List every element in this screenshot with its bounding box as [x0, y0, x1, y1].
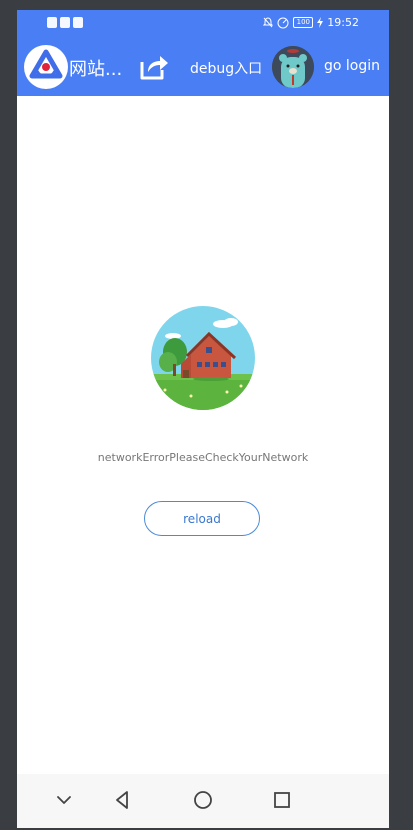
- debug-entry-link[interactable]: debug入口: [190, 58, 262, 78]
- house-illustration: [151, 306, 255, 410]
- status-time: 19:52: [327, 16, 359, 29]
- app-bar: 网站... debug入口 go login: [17, 44, 389, 90]
- speedometer-icon: [277, 17, 289, 28]
- reload-button[interactable]: reload: [144, 501, 260, 536]
- notification-icon: [47, 17, 57, 28]
- app-logo-icon[interactable]: [24, 45, 68, 89]
- header: 100 19:52 网站... debug入口 go login: [17, 10, 389, 96]
- system-nav-bar: [17, 774, 389, 828]
- share-icon[interactable]: [136, 50, 170, 84]
- recents-icon[interactable]: [270, 788, 294, 812]
- status-left: [47, 17, 83, 28]
- mute-icon: [263, 17, 274, 28]
- home-icon[interactable]: [191, 788, 215, 812]
- go-login-link[interactable]: go login: [324, 58, 380, 74]
- site-title: 网站...: [69, 59, 123, 80]
- back-icon[interactable]: [111, 788, 135, 812]
- main-content: networkErrorPleaseCheckYourNetwork reloa…: [17, 96, 389, 776]
- charging-icon: [317, 17, 324, 28]
- status-bar: 100 19:52: [17, 10, 389, 36]
- network-error-message: networkErrorPleaseCheckYourNetwork: [97, 451, 309, 464]
- message-icon: [73, 17, 83, 28]
- phone-screen: 100 19:52 网站... debug入口 go login network…: [17, 10, 389, 828]
- bear-avatar[interactable]: [272, 46, 314, 88]
- collapse-icon[interactable]: [52, 788, 76, 812]
- shield-icon: [60, 17, 70, 28]
- battery-icon: 100: [293, 17, 314, 28]
- status-right: 100 19:52: [263, 16, 359, 29]
